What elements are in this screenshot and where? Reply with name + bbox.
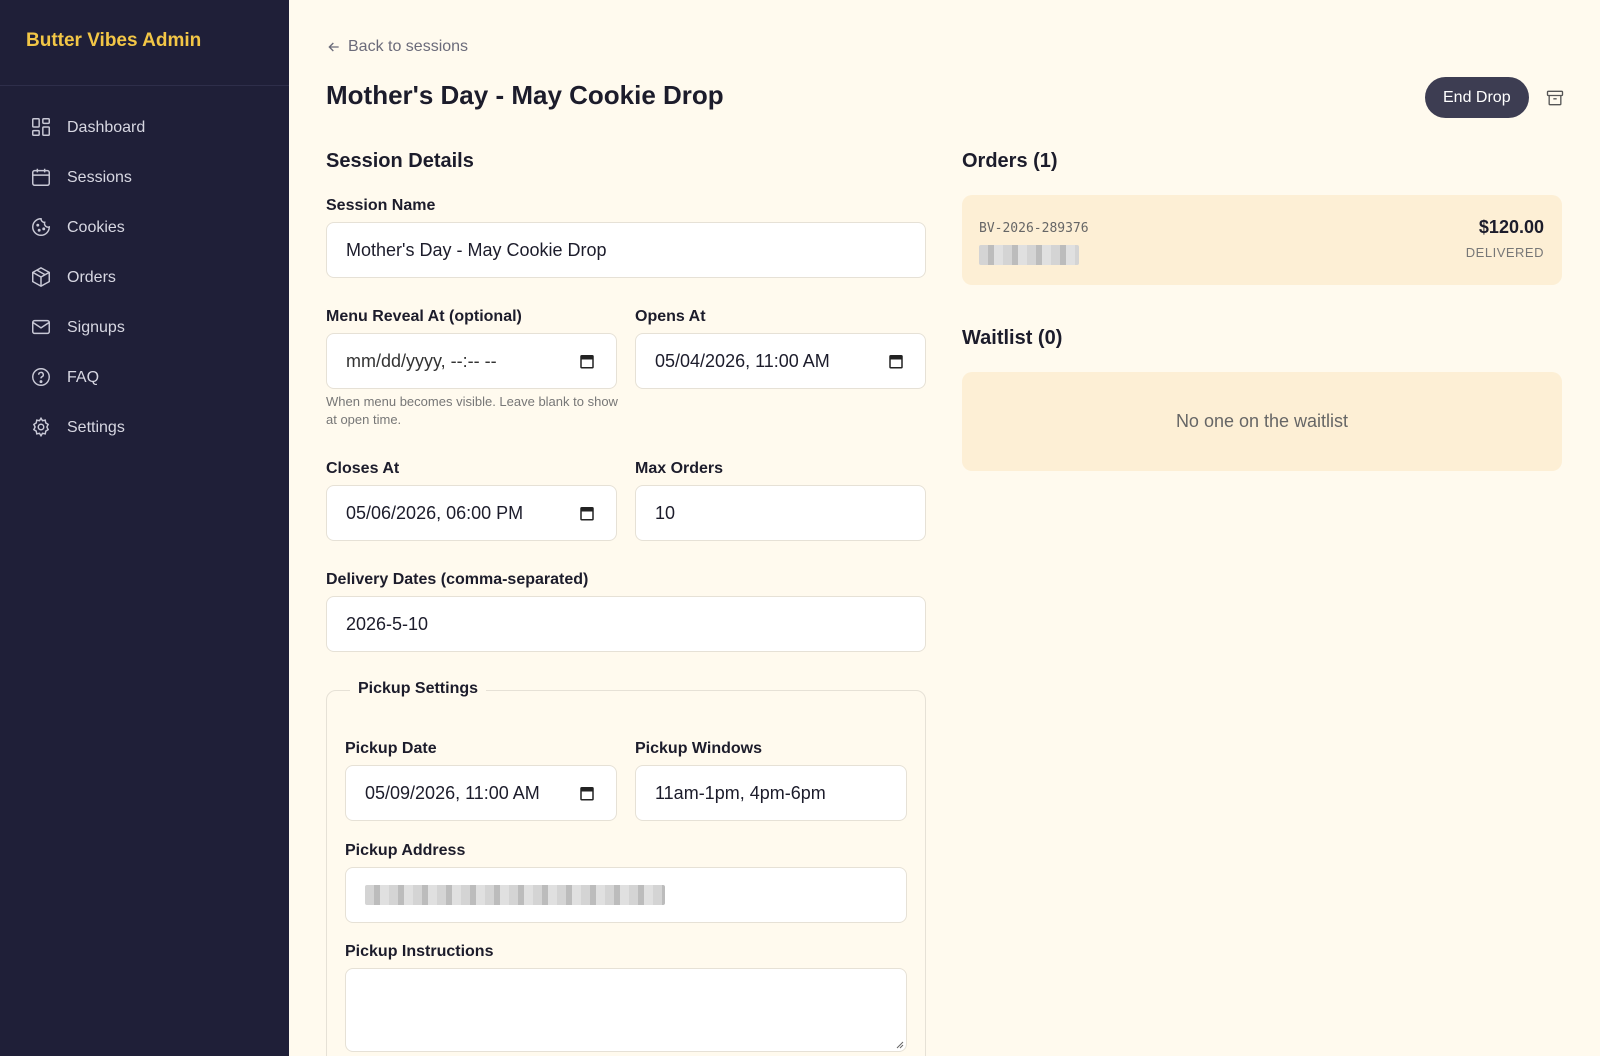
redacted-name <box>979 245 1079 265</box>
pickup-windows-value: 11am-1pm, 4pm-6pm <box>655 782 826 803</box>
pickup-windows-label: Pickup Windows <box>635 740 762 757</box>
order-id: BV-2026-289376 <box>979 221 1089 236</box>
order-total: $120.00 <box>1478 217 1544 237</box>
order-customer-name <box>979 245 1079 270</box>
end-drop-button[interactable]: End Drop <box>1425 77 1529 118</box>
max-orders-value: 10 <box>655 502 676 523</box>
main-content: Back to sessions Mother's Day - May Cook… <box>289 0 1600 1056</box>
sidebar-item-settings[interactable]: Settings <box>0 403 289 453</box>
session-details-heading: Session Details <box>326 150 474 172</box>
pickup-date-input[interactable]: 05/09/2026, 11:00 AM <box>345 765 617 821</box>
delivery-dates-label: Delivery Dates (comma-separated) <box>326 571 589 588</box>
sidebar-item-label: FAQ <box>67 369 100 386</box>
pickup-address-input[interactable] <box>345 867 907 923</box>
menu-reveal-value: mm/dd/yyyy, --:-- -- <box>346 350 497 371</box>
sidebar: Butter Vibes Admin Dashboard Sessions Co… <box>0 0 289 1056</box>
menu-reveal-input[interactable]: mm/dd/yyyy, --:-- -- <box>326 333 617 389</box>
sidebar-item-sessions[interactable]: Sessions <box>0 153 289 203</box>
sidebar-item-label: Cookies <box>67 219 125 236</box>
box-icon <box>30 266 54 290</box>
sidebar-item-label: Dashboard <box>67 119 146 136</box>
pickup-settings-legend: Pickup Settings <box>350 680 487 698</box>
page-title: Mother's Day - May Cookie Drop <box>326 80 724 110</box>
calendar-picker-icon[interactable] <box>578 352 596 370</box>
session-name-value: Mother's Day - May Cookie Drop <box>346 239 607 260</box>
max-orders-input[interactable]: 10 <box>635 485 926 541</box>
pickup-instructions-label: Pickup Instructions <box>345 943 494 960</box>
sidebar-item-dashboard[interactable]: Dashboard <box>0 103 289 153</box>
opens-at-input[interactable]: 05/04/2026, 11:00 AM <box>635 333 926 389</box>
archive-icon[interactable] <box>1545 88 1565 108</box>
session-name-label: Session Name <box>326 197 436 214</box>
waitlist-empty-text: No one on the waitlist <box>1175 411 1349 431</box>
pickup-address-label: Pickup Address <box>345 842 466 859</box>
sidebar-item-label: Sessions <box>67 169 132 186</box>
menu-reveal-hint: When menu becomes visible. Leave blank t… <box>326 394 618 427</box>
order-card[interactable]: BV-2026-289376 $120.00 DELIVERED <box>962 195 1562 285</box>
waitlist-heading: Waitlist (0) <box>962 327 1063 349</box>
pickup-date-value: 05/09/2026, 11:00 AM <box>365 782 540 803</box>
sidebar-item-faq[interactable]: FAQ <box>0 353 289 403</box>
mail-icon <box>30 316 54 340</box>
pickup-instructions-textarea[interactable] <box>345 968 907 1052</box>
closes-at-value: 05/06/2026, 06:00 PM <box>346 502 524 523</box>
calendar-picker-icon[interactable] <box>578 504 596 522</box>
orders-heading: Orders (1) <box>962 150 1058 172</box>
sidebar-item-label: Orders <box>67 269 116 286</box>
session-name-input[interactable]: Mother's Day - May Cookie Drop <box>326 222 926 278</box>
waitlist-empty-state: No one on the waitlist <box>962 372 1562 471</box>
max-orders-label: Max Orders <box>635 460 724 477</box>
delivery-dates-input[interactable]: 2026-5-10 <box>326 596 926 652</box>
sidebar-item-cookies[interactable]: Cookies <box>0 203 289 253</box>
order-status-badge: DELIVERED <box>1465 245 1544 260</box>
help-circle-icon <box>30 366 54 390</box>
calendar-icon <box>30 166 54 190</box>
delivery-dates-value: 2026-5-10 <box>346 613 429 634</box>
sidebar-item-signups[interactable]: Signups <box>0 303 289 353</box>
opens-at-label: Opens At <box>635 308 706 325</box>
arrow-left-icon <box>328 42 339 52</box>
sidebar-nav: Dashboard Sessions Cookies Orders Signup… <box>0 86 289 453</box>
closes-at-input[interactable]: 05/06/2026, 06:00 PM <box>326 485 617 541</box>
calendar-picker-icon[interactable] <box>578 784 596 802</box>
closes-at-label: Closes At <box>326 460 400 477</box>
sidebar-item-orders[interactable]: Orders <box>0 253 289 303</box>
resize-handle-icon[interactable] <box>894 1039 904 1049</box>
back-link[interactable]: Back to sessions <box>326 38 468 56</box>
pickup-windows-input[interactable]: 11am-1pm, 4pm-6pm <box>635 765 907 821</box>
gear-icon <box>30 416 54 440</box>
sidebar-item-label: Signups <box>67 319 125 336</box>
calendar-picker-icon[interactable] <box>887 352 905 370</box>
opens-at-value: 05/04/2026, 11:00 AM <box>655 350 830 371</box>
redacted-address <box>365 885 665 905</box>
pickup-date-label: Pickup Date <box>345 740 437 757</box>
back-link-label: Back to sessions <box>348 38 469 55</box>
cookie-icon <box>30 216 54 240</box>
sidebar-item-label: Settings <box>67 419 125 436</box>
menu-reveal-label: Menu Reveal At (optional) <box>326 308 522 325</box>
dashboard-icon <box>30 116 54 140</box>
brand-title[interactable]: Butter Vibes Admin <box>0 0 289 86</box>
